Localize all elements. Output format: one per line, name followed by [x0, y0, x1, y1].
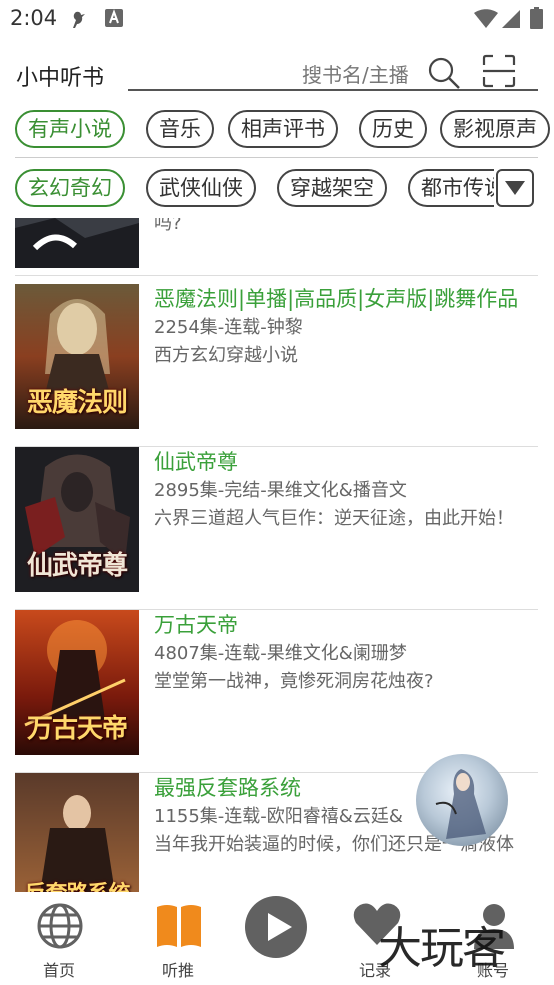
book-meta: 2895集-完结-果维文化&播音文	[154, 480, 407, 501]
list-item[interactable]: 恶魔法则 恶魔法则|单播|高品质|女声版|跳舞作品 2254集-连载-钟黎 西方…	[15, 284, 538, 447]
search-underline	[128, 89, 538, 91]
search-input[interactable]: 搜书名/主播	[302, 59, 409, 88]
status-bar: 2:04	[0, 0, 554, 38]
item-divider	[15, 275, 538, 276]
cover-title: 反套路系统	[15, 876, 139, 892]
list-item-partial[interactable]: 吗?	[15, 218, 538, 276]
book-desc: 六界三道超人气巨作：逆天征途，由此开始！	[154, 508, 514, 529]
scan-icon[interactable]	[482, 54, 516, 92]
genre-chip-wuxia[interactable]: 武侠仙侠	[146, 169, 256, 207]
category-chip-music[interactable]: 音乐	[146, 110, 214, 148]
book-desc: 堂堂第一战神，竟惨死洞房花烛夜?	[154, 671, 434, 692]
category-chip-crosstalk[interactable]: 相声评书	[228, 110, 338, 148]
nav-play[interactable]	[231, 893, 321, 985]
signal-icon	[501, 9, 521, 33]
category-chip-history[interactable]: 历史	[359, 110, 427, 148]
book-text: 仙武帝尊 2895集-完结-果维文化&播音文 六界三道超人气巨作：逆天征途，由此…	[154, 447, 538, 533]
book-cover: 反套路系统	[15, 773, 139, 892]
cover-title: 恶魔法则	[26, 388, 128, 418]
watermark: 大玩客	[378, 923, 506, 974]
app-header: 小中听书 搜书名/主播	[0, 46, 554, 96]
category-chip-audio-novel[interactable]: 有声小说	[15, 110, 125, 148]
nav-home[interactable]: 首页	[14, 893, 104, 985]
book-meta: 2254集-连载-钟黎	[154, 317, 303, 338]
book-text: 恶魔法则|单播|高品质|女声版|跳舞作品 2254集-连载-钟黎 西方玄幻穿越小…	[154, 284, 538, 370]
app-title: 小中听书	[16, 66, 105, 91]
globe-icon	[36, 901, 84, 955]
genre-chip-fantasy[interactable]: 玄幻奇幻	[15, 169, 125, 207]
book-text: 万古天帝 4807集-连载-果维文化&阑珊梦 堂堂第一战神，竟惨死洞房花烛夜?	[154, 610, 538, 696]
wifi-icon	[474, 9, 498, 33]
cover-title: 万古天帝	[26, 714, 128, 744]
list-item[interactable]: 万古天帝 万古天帝 4807集-连载-果维文化&阑珊梦 堂堂第一战神，竟惨死洞房…	[15, 610, 538, 773]
genre-chip-urban[interactable]: 都市传说	[408, 169, 494, 207]
book-meta: 4807集-连载-果维文化&阑珊梦	[154, 643, 407, 664]
book-icon	[155, 901, 203, 955]
book-title[interactable]: 恶魔法则|单播|高品质|女声版|跳舞作品	[154, 284, 538, 314]
a-notification-icon	[104, 8, 124, 32]
book-cover-partial	[15, 218, 139, 273]
cover-title: 仙武帝尊	[26, 551, 128, 581]
book-title[interactable]: 仙武帝尊	[154, 447, 538, 477]
category-chip-row: 有声小说 音乐 相声评书 历史 影视原声	[0, 105, 554, 155]
nav-label-home: 首页	[42, 961, 75, 980]
book-desc: 吗?	[154, 218, 182, 234]
battery-icon	[530, 7, 543, 33]
book-desc: 西方玄幻穿越小说	[154, 345, 298, 366]
book-title[interactable]: 万古天帝	[154, 610, 538, 640]
floating-player-avatar[interactable]	[416, 754, 508, 846]
book-cover: 万古天帝	[15, 610, 139, 755]
book-text-partial: 吗?	[154, 218, 538, 238]
category-chip-soundtrack[interactable]: 影视原声	[440, 110, 550, 148]
nav-listen[interactable]: 听推	[133, 893, 223, 985]
genre-chip-time-travel[interactable]: 穿越架空	[277, 169, 387, 207]
list-item[interactable]: 仙武帝尊 仙武帝尊 2895集-完结-果维文化&播音文 六界三道超人气巨作：逆天…	[15, 447, 538, 610]
nav-label-listen: 听推	[161, 961, 194, 980]
chip-row-divider	[15, 157, 538, 158]
bird-notification-icon	[67, 8, 91, 36]
play-icon	[244, 895, 308, 963]
book-cover: 仙武帝尊	[15, 447, 139, 592]
status-time: 2:04	[10, 6, 58, 30]
genre-chip-row: 玄幻奇幻 武侠仙侠 穿越架空 都市传说	[0, 164, 494, 214]
chevron-down-icon	[505, 181, 525, 195]
genre-dropdown-button[interactable]	[496, 169, 534, 207]
book-cover: 恶魔法则	[15, 284, 139, 429]
